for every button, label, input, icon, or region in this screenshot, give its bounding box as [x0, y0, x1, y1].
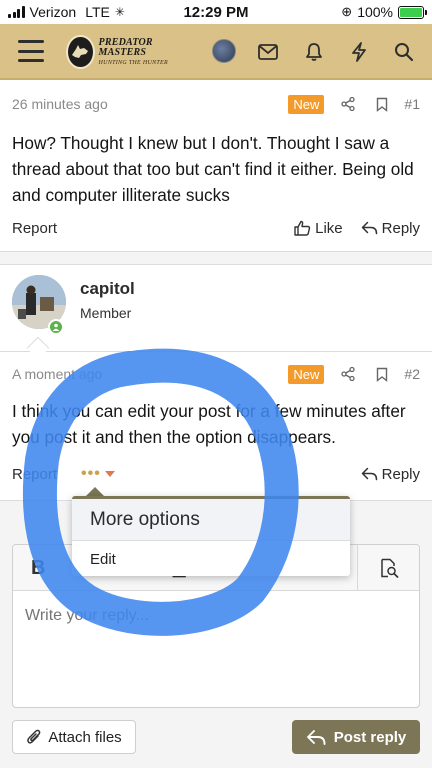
status-right: ⊕ 100% [341, 4, 427, 20]
user-avatar[interactable] [212, 39, 236, 63]
mail-icon[interactable] [254, 38, 282, 66]
post-2: A moment ago New #2 I think you can edit… [0, 352, 432, 492]
chevron-down-icon [104, 471, 115, 477]
battery-percent: 100% [357, 4, 393, 20]
search-icon[interactable] [390, 38, 418, 66]
more-icon: ••• [81, 465, 101, 482]
status-bar: Verizon LTE ✳ 12:29 PM ⊕ 100% [0, 0, 432, 24]
new-badge: New [288, 94, 325, 114]
bolt-icon[interactable] [345, 38, 373, 66]
menu-title: More options [72, 499, 350, 541]
post-body: I think you can edit your post for a few… [12, 401, 406, 447]
preview-button[interactable] [357, 545, 419, 591]
bold-button[interactable]: B [31, 553, 45, 583]
logo-badge [66, 35, 95, 69]
author-name[interactable]: capitol [80, 279, 135, 299]
orientation-lock-icon: ⊕ [341, 4, 353, 19]
post-time[interactable]: 26 minutes ago [12, 96, 108, 112]
share-icon[interactable] [338, 94, 358, 114]
logo-title: PREDATOR MASTERS [98, 37, 153, 58]
post-body: How? Thought I knew but I don't. Thought… [12, 133, 414, 205]
paperclip-icon [27, 729, 41, 744]
like-button[interactable]: Like [294, 220, 343, 237]
reply-button[interactable]: Reply [361, 466, 420, 483]
more-options-button[interactable]: ••• [81, 465, 115, 483]
post-actions: Report ••• Reply [12, 461, 420, 487]
logo-subtitle: HUNTING THE HUNTER [98, 60, 168, 66]
post-2-author: capitol Member [0, 264, 432, 352]
bookmark-icon[interactable] [372, 364, 392, 384]
bookmark-icon[interactable] [372, 94, 392, 114]
post-separator [0, 252, 432, 264]
reply-icon [361, 467, 377, 481]
post-1: 26 minutes ago New #1 How? Thought I kne… [0, 82, 432, 252]
menu-item-edit[interactable]: Edit [72, 543, 350, 575]
battery-icon [398, 5, 427, 19]
post-number[interactable]: #1 [404, 96, 420, 112]
more-options-menu: More options Edit [72, 496, 350, 576]
share-icon[interactable] [338, 364, 358, 384]
post-number[interactable]: #2 [404, 366, 420, 382]
preview-icon [380, 558, 398, 578]
report-link[interactable]: Report [12, 220, 57, 237]
bell-icon[interactable] [300, 38, 328, 66]
post-actions: Report Like Reply [12, 215, 420, 241]
menu-caret [86, 487, 104, 496]
post-time[interactable]: A moment ago [12, 366, 102, 382]
report-link[interactable]: Report [12, 466, 57, 483]
reply-input[interactable] [25, 607, 405, 625]
post-meta: A moment ago New #2 [12, 362, 420, 386]
reply-icon [361, 221, 377, 235]
app-header: PREDATOR MASTERS HUNTING THE HUNTER [0, 24, 432, 80]
reply-icon [306, 729, 326, 745]
site-logo[interactable]: PREDATOR MASTERS HUNTING THE HUNTER [66, 34, 184, 70]
menu-icon[interactable] [18, 40, 44, 62]
coyote-icon [72, 45, 89, 58]
thumbs-up-icon [294, 220, 311, 236]
attach-files-button[interactable]: Attach files [12, 720, 136, 754]
post-reply-button[interactable]: Post reply [292, 720, 420, 754]
post-meta: 26 minutes ago New #1 [12, 92, 420, 116]
reply-button[interactable]: Reply [361, 220, 420, 237]
new-badge: New [288, 364, 325, 384]
author-role: Member [80, 305, 132, 321]
online-status-icon [48, 319, 64, 335]
